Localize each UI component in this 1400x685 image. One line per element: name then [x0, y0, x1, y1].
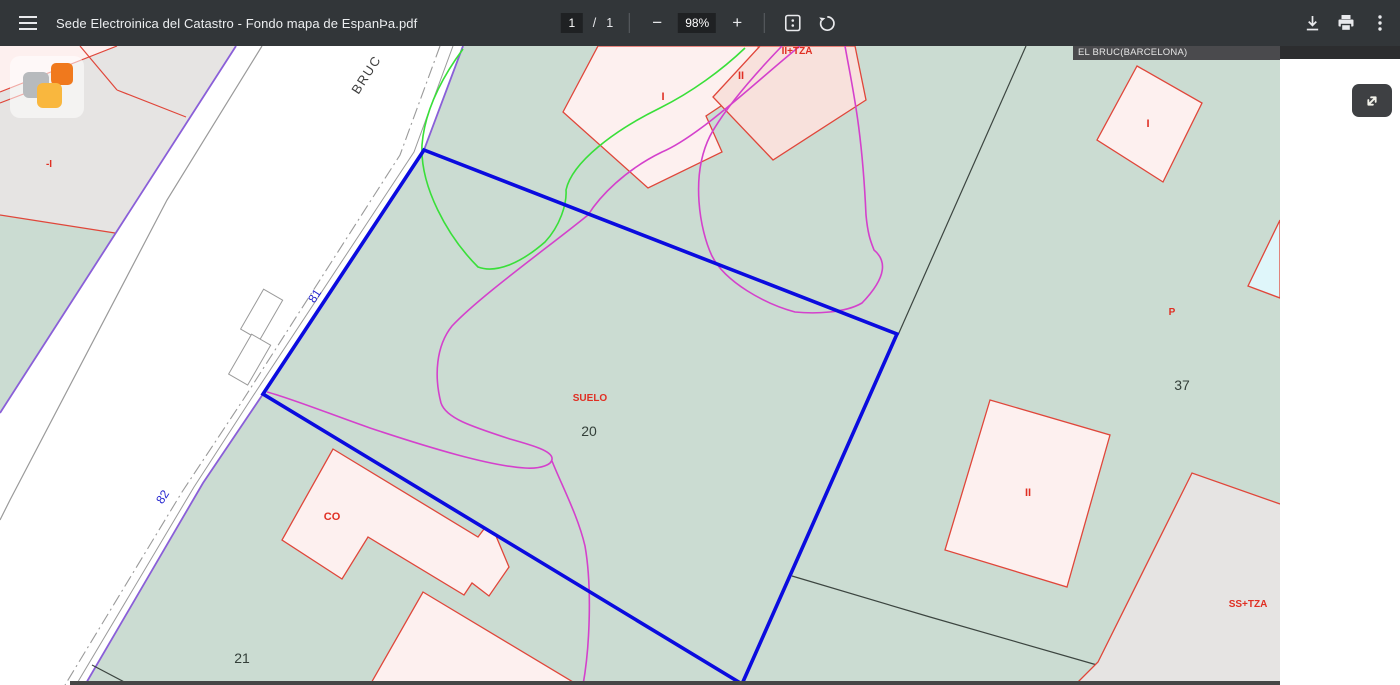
fit-to-page-button[interactable]	[781, 11, 805, 35]
map-label-building-ii-tza: II+TZA	[782, 46, 813, 57]
pdf-viewer-toolbar: Sede Electroinica del Catastro - Fondo m…	[0, 0, 1400, 46]
logo-amber-square	[37, 83, 62, 108]
zoom-in-button[interactable]: +	[726, 11, 748, 35]
print-icon	[1337, 14, 1355, 32]
map-label-building-co: CO	[324, 511, 341, 523]
map-label-building-ii-top: II	[738, 70, 744, 82]
zoom-out-button[interactable]: −	[646, 11, 668, 35]
map-label-parcel-21: 21	[234, 650, 250, 666]
rotate-counterclockwise-icon	[818, 14, 837, 33]
toolbar-divider	[629, 13, 630, 33]
map-label-building-ss-tza: SS+TZA	[1229, 599, 1268, 610]
logo-orange-square	[51, 63, 73, 85]
kebab-icon	[1378, 15, 1382, 31]
fit-page-icon	[784, 14, 802, 32]
menu-hamburger-icon[interactable]	[16, 11, 40, 35]
download-icon	[1304, 15, 1321, 32]
map-bottom-edge	[70, 681, 1280, 685]
more-options-kebab-icon[interactable]	[1368, 11, 1392, 35]
map-label-parcel-37: 37	[1174, 377, 1190, 393]
expand-diagonal-icon	[1361, 90, 1383, 112]
rotate-button[interactable]	[815, 11, 839, 35]
map-label-building-ii-se: II	[1025, 487, 1031, 499]
print-button[interactable]	[1334, 11, 1358, 35]
region-label-bar: EL BRUC(BARCELONA)	[1073, 46, 1280, 60]
fullscreen-expand-button[interactable]	[1352, 84, 1392, 117]
map-label-suelo: SUELO	[573, 393, 608, 404]
page-separator: /	[593, 16, 596, 30]
download-button[interactable]	[1300, 11, 1324, 35]
page-total: 1	[606, 16, 613, 30]
toolbar-divider	[764, 13, 765, 33]
page-top-shadow	[1280, 46, 1400, 59]
document-title: Sede Electroinica del Catastro - Fondo m…	[56, 16, 417, 31]
map-label-building-i-top: I	[661, 91, 664, 103]
hamburger-icon	[19, 16, 37, 30]
map-label-parcel-20: 20	[581, 423, 597, 439]
pdf-page: BRUC8182SUELO202137COIIIPSS+TZA-IIIIII+T…	[0, 46, 1400, 685]
map-label-label-minus-i: -I	[46, 159, 52, 170]
map-label-label-p: P	[1169, 307, 1176, 318]
page-number-input[interactable]: 1	[561, 13, 583, 33]
viewer-logo-overlay	[10, 56, 84, 118]
zoom-level-value[interactable]: 98%	[678, 13, 716, 33]
map-label-building-i-ne: I	[1146, 118, 1149, 130]
cadastral-map-canvas: BRUC8182SUELO202137COIIIPSS+TZA-IIIIII+T…	[0, 46, 1280, 685]
cadastral-map[interactable]: BRUC8182SUELO202137COIIIPSS+TZA-IIIIII+T…	[0, 46, 1280, 685]
